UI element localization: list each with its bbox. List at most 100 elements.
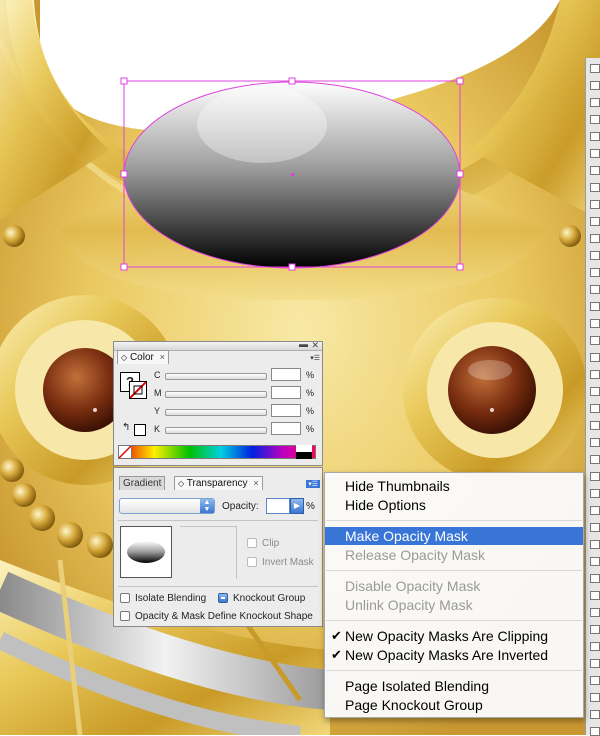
opacity-label: Opacity: xyxy=(222,501,259,512)
dock-panel-icon[interactable] xyxy=(590,472,600,481)
fill-stroke-swatch[interactable]: ? xyxy=(120,372,148,400)
slider-k[interactable]: K % xyxy=(146,422,336,436)
dock-panel-icon[interactable] xyxy=(590,608,600,617)
dock-panel-icon[interactable] xyxy=(590,149,600,158)
dock-panel-icon[interactable] xyxy=(590,438,600,447)
dock-panel-icon[interactable] xyxy=(590,557,600,566)
panel-menu-icon[interactable]: ▾☰ xyxy=(310,354,320,362)
k-value-field[interactable] xyxy=(271,422,301,435)
menu-item-page-knockout-group[interactable]: Page Knockout Group xyxy=(325,696,583,714)
dock-panel-icon[interactable] xyxy=(590,659,600,668)
menu-item-disable-opacity-mask: Disable Opacity Mask xyxy=(325,577,583,595)
white-swatch[interactable] xyxy=(296,445,312,452)
menu-item-label: Page Knockout Group xyxy=(345,697,483,713)
isolate-blending-checkbox[interactable] xyxy=(120,593,130,603)
tab-transparency[interactable]: ◇ Transparency × xyxy=(174,476,263,490)
dock-panel-icon[interactable] xyxy=(590,200,600,209)
dock-panel-icon[interactable] xyxy=(590,625,600,634)
y-unit: % xyxy=(306,406,315,416)
slider-track-c[interactable] xyxy=(165,373,267,380)
menu-item-hide-options[interactable]: Hide Options xyxy=(325,496,583,514)
tab-gradient[interactable]: Gradient xyxy=(119,476,166,490)
menu-separator xyxy=(326,520,582,521)
knockout-group-checkbox[interactable] xyxy=(218,593,228,603)
dock-panel-icon[interactable] xyxy=(590,642,600,651)
opacity-mask-knockout-checkbox[interactable] xyxy=(120,611,130,621)
menu-item-label: New Opacity Masks Are Clipping xyxy=(345,628,549,644)
dock-panel-icon[interactable] xyxy=(590,370,600,379)
menu-item-label: Hide Thumbnails xyxy=(345,478,450,494)
dock-panel-icon[interactable] xyxy=(590,166,600,175)
dock-panel-icon[interactable] xyxy=(590,183,600,192)
blend-mode-select[interactable]: ▲ ▼ xyxy=(119,498,215,514)
dock-panel-icon[interactable] xyxy=(590,64,600,73)
color-spectrum-bar[interactable] xyxy=(118,445,316,459)
dock-panel-icon[interactable] xyxy=(590,591,600,600)
panel-close-icon[interactable]: ✕ xyxy=(311,340,319,351)
menu-item-label: Make Opacity Mask xyxy=(345,528,468,544)
dock-panel-icon[interactable] xyxy=(590,115,600,124)
dock-panel-icon[interactable] xyxy=(590,404,600,413)
dock-panel-icon[interactable] xyxy=(590,302,600,311)
m-value-field[interactable] xyxy=(271,386,301,399)
dock-panel-icon[interactable] xyxy=(590,489,600,498)
dock-panel-icon[interactable] xyxy=(590,81,600,90)
dock-panel-icon[interactable] xyxy=(590,574,600,583)
slider-track-m[interactable] xyxy=(165,391,267,398)
dock-panel-icon[interactable] xyxy=(590,132,600,141)
panel-minimize-icon[interactable]: ▬ xyxy=(299,339,308,349)
none-color-swatch[interactable] xyxy=(118,445,132,459)
dock-panel-icon[interactable] xyxy=(590,251,600,260)
dock-panel-icon[interactable] xyxy=(590,693,600,702)
opacity-field[interactable] xyxy=(266,498,290,514)
dock-panel-icon[interactable] xyxy=(590,234,600,243)
dock-panel-icon[interactable] xyxy=(590,523,600,532)
dock-panel-icon[interactable] xyxy=(590,676,600,685)
dock-panel-icon[interactable] xyxy=(590,217,600,226)
c-value-field[interactable] xyxy=(271,368,301,381)
dock-panel-icon[interactable] xyxy=(590,268,600,277)
dock-panel-icon[interactable] xyxy=(590,540,600,549)
dock-panel-icon[interactable] xyxy=(590,319,600,328)
dock-panel-icon[interactable] xyxy=(590,98,600,107)
stroke-none-swatch[interactable] xyxy=(129,381,147,399)
dock-panel-icon[interactable] xyxy=(590,336,600,345)
dock-panel-icon[interactable] xyxy=(590,387,600,396)
menu-item-make-opacity-mask[interactable]: Make Opacity Mask xyxy=(325,527,583,545)
y-value-field[interactable] xyxy=(271,404,301,417)
menu-item-unlink-opacity-mask: Unlink Opacity Mask xyxy=(325,596,583,614)
invert-mask-checkbox[interactable] xyxy=(247,557,257,567)
checkmark-icon: ✔ xyxy=(331,647,342,662)
slider-track-k[interactable] xyxy=(165,427,267,434)
layer-thumbnail[interactable] xyxy=(120,526,172,578)
dock-panel-icon[interactable] xyxy=(590,710,600,719)
menu-item-new-opacity-masks-are-inverted[interactable]: ✔ New Opacity Masks Are Inverted xyxy=(325,646,583,664)
dock-panel-icon[interactable] xyxy=(590,455,600,464)
opacity-stepper-button[interactable]: ▶ xyxy=(290,498,304,514)
tab-color[interactable]: ◇ Color × xyxy=(117,350,169,364)
menu-item-hide-thumbnails[interactable]: Hide Thumbnails xyxy=(325,477,583,495)
clip-checkbox[interactable] xyxy=(247,538,257,548)
tab-close-icon[interactable]: × xyxy=(160,352,165,362)
opacity-mask-knockout-label: Opacity & Mask Define Knockout Shape xyxy=(135,611,313,622)
tab-options-icon: ◇ xyxy=(178,479,185,488)
transparency-panel-menu: Hide Thumbnails Hide Options Make Opacity … xyxy=(324,472,584,718)
menu-item-new-opacity-masks-are-clipping[interactable]: ✔ New Opacity Masks Are Clipping xyxy=(325,627,583,645)
mask-thumbnail-area[interactable] xyxy=(180,526,237,579)
dock-panel-icon[interactable] xyxy=(590,285,600,294)
slider-track-y[interactable] xyxy=(165,409,267,416)
slider-c[interactable]: C % xyxy=(146,368,336,382)
black-swatch[interactable] xyxy=(296,452,312,459)
dock-panel-icon[interactable] xyxy=(590,353,600,362)
slider-y[interactable]: Y % xyxy=(146,404,336,418)
menu-item-page-isolated-blending[interactable]: Page Isolated Blending xyxy=(325,677,583,695)
dock-panel-icon[interactable] xyxy=(590,421,600,430)
default-colors-icon[interactable] xyxy=(134,424,146,436)
slider-m[interactable]: M % xyxy=(146,386,336,400)
panel-menu-icon[interactable]: ▾☰ xyxy=(306,480,320,488)
tab-close-icon[interactable]: × xyxy=(253,478,258,488)
divider xyxy=(118,520,318,521)
tab-transparency-label: Transparency xyxy=(186,478,248,489)
swap-arrow-icon[interactable]: ↰ xyxy=(122,422,130,433)
dock-panel-icon[interactable] xyxy=(590,506,600,515)
